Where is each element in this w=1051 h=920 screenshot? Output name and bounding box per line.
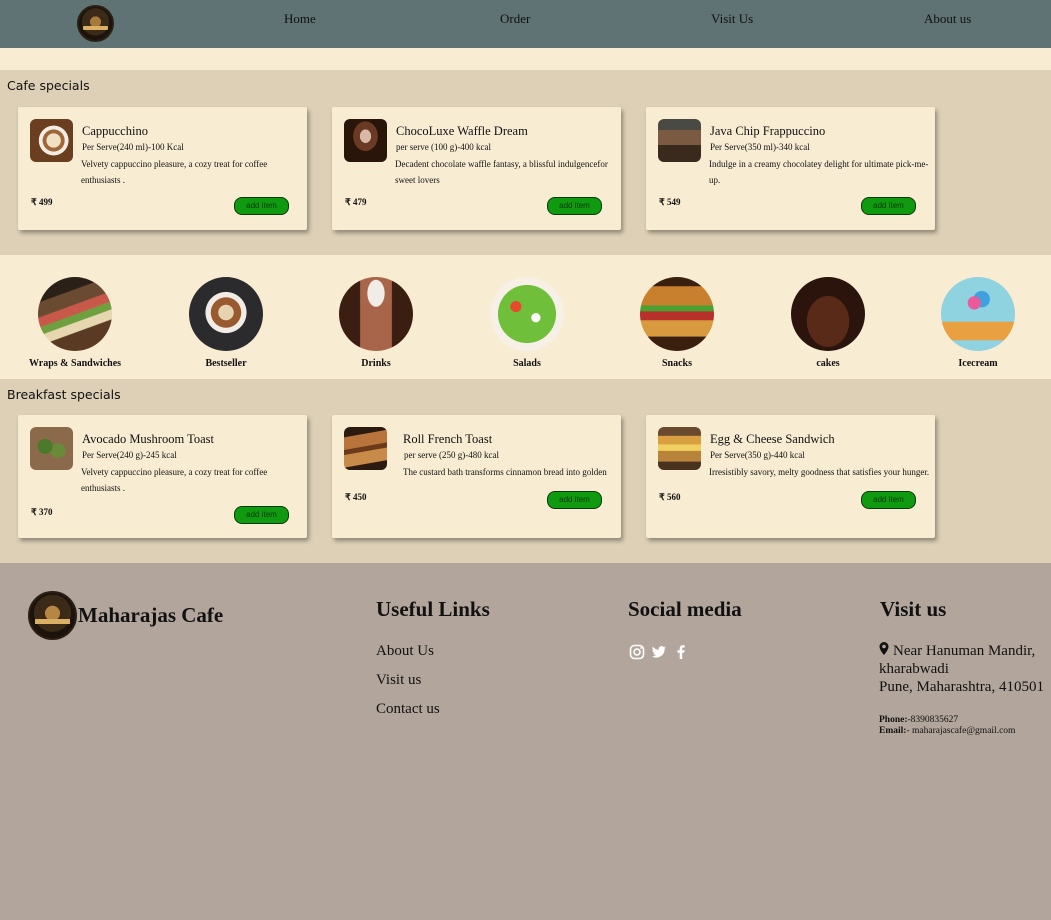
email: Email:- maharajascafe@gmail.com <box>879 726 1015 736</box>
category-label: cakes <box>816 358 840 369</box>
address-line: Pune, Maharashtra, 410501 <box>879 679 1044 695</box>
category-icecream[interactable]: Icecream <box>923 277 1033 369</box>
cappuccino-image <box>30 119 73 162</box>
category-cakes[interactable]: cakes <box>773 277 883 369</box>
coffee-image <box>189 277 263 351</box>
item-price: ₹ 450 <box>345 492 367 502</box>
nav-about-us[interactable]: About us <box>924 11 971 27</box>
category-label: Drinks <box>361 358 391 369</box>
avocado-toast-image <box>30 427 73 470</box>
category-label: Bestseller <box>205 358 247 369</box>
category-drinks[interactable]: Drinks <box>321 277 431 369</box>
section-title: Breakfast specials <box>7 387 121 402</box>
item-name: Egg & Cheese Sandwich <box>710 432 835 446</box>
icecream-image <box>941 277 1015 351</box>
item-meta: per serve (250 g)-480 kcal <box>404 450 499 460</box>
item-name: ChocoLuxe Waffle Dream <box>396 124 528 138</box>
item-name: Cappucchino <box>82 124 148 138</box>
category-label: Icecream <box>958 358 998 369</box>
burger-image <box>640 277 714 351</box>
nav-spacer <box>0 48 1051 70</box>
facebook-icon[interactable] <box>673 644 689 660</box>
item-price: ₹ 370 <box>31 507 53 517</box>
location-pin-icon <box>879 642 889 660</box>
cafe-logo[interactable] <box>77 5 114 42</box>
item-description: Indulge in a creamy chocolatey delight f… <box>709 159 929 185</box>
phone: Phone:-8390835627 <box>879 715 958 725</box>
item-meta: Per Serve(350 g)-440 kcal <box>710 450 805 460</box>
phone-number: -8390835627 <box>907 715 959 725</box>
item-meta: per serve (100 g)-400 kcal <box>396 142 491 152</box>
email-label: Email: <box>879 726 907 736</box>
footer-logo <box>28 591 77 640</box>
social-media-heading: Social media <box>628 597 742 621</box>
add-item-button[interactable]: add item <box>234 506 289 524</box>
category-wraps-sandwiches[interactable]: Wraps & Sandwiches <box>20 277 130 369</box>
footer: Maharajas Cafe Useful Links About Us Vis… <box>0 563 1051 920</box>
category-bestseller[interactable]: Bestseller <box>171 277 281 369</box>
menu-card: Roll French Toast per serve (250 g)-480 … <box>332 415 621 538</box>
footer-link-about-us[interactable]: About Us <box>376 643 434 660</box>
item-meta: Per Serve(240 g)-245 kcal <box>82 450 177 460</box>
frappuccino-image <box>658 119 701 162</box>
category-strip: Wraps & Sandwiches Bestseller Drinks Sal… <box>0 255 1051 379</box>
egg-sandwich-image <box>658 427 701 470</box>
category-salads[interactable]: Salads <box>472 277 582 369</box>
menu-card: Avocado Mushroom Toast Per Serve(240 g)-… <box>18 415 307 538</box>
add-item-button[interactable]: add item <box>234 197 289 215</box>
cafe-specials-section: Cafe specials Cappucchino Per Serve(240 … <box>0 70 1051 255</box>
waffle-image <box>344 119 387 162</box>
phone-label: Phone: <box>879 715 908 725</box>
nav-home[interactable]: Home <box>284 11 316 27</box>
useful-links-heading: Useful Links <box>376 597 490 621</box>
add-item-button[interactable]: add item <box>547 197 602 215</box>
add-item-button[interactable]: add item <box>547 491 602 509</box>
address-line: Near Hanuman Mandir, kharabwadi <box>879 643 1036 677</box>
address: Near Hanuman Mandir, kharabwadi Pune, Ma… <box>879 642 1051 696</box>
menu-card: ChocoLuxe Waffle Dream per serve (100 g)… <box>332 107 621 230</box>
category-label: Snacks <box>661 358 692 369</box>
footer-link-visit-us[interactable]: Visit us <box>376 672 421 689</box>
menu-card: Egg & Cheese Sandwich Per Serve(350 g)-4… <box>646 415 935 538</box>
nav-visit-us[interactable]: Visit Us <box>711 11 753 27</box>
twitter-icon[interactable] <box>651 644 667 660</box>
footer-brand: Maharajas Cafe <box>78 603 224 627</box>
category-label: Salads <box>513 358 541 369</box>
category-snacks[interactable]: Snacks <box>622 277 732 369</box>
sandwich-image <box>38 277 112 351</box>
item-description: Irresistibly savory, melty goodness that… <box>709 467 930 477</box>
nav-order[interactable]: Order <box>500 11 530 27</box>
section-title: Cafe specials <box>7 78 90 93</box>
item-meta: Per Serve(240 ml)-100 Kcal <box>82 142 184 152</box>
social-icons <box>629 644 689 660</box>
add-item-button[interactable]: add item <box>861 197 916 215</box>
menu-card: Cappucchino Per Serve(240 ml)-100 Kcal V… <box>18 107 307 230</box>
item-description: Velvety cappuccino pleasure, a cozy trea… <box>81 467 268 493</box>
item-description: Decadent chocolate waffle fantasy, a bli… <box>395 159 608 185</box>
item-description: The custard bath transforms cinnamon bre… <box>403 467 607 477</box>
item-price: ₹ 549 <box>659 197 681 207</box>
instagram-icon[interactable] <box>629 644 645 660</box>
item-price: ₹ 560 <box>659 492 681 502</box>
category-label: Wraps & Sandwiches <box>28 358 122 369</box>
breakfast-specials-section: Breakfast specials Avocado Mushroom Toas… <box>0 379 1051 563</box>
item-name: Roll French Toast <box>403 432 493 446</box>
cake-image <box>791 277 865 351</box>
salad-image <box>490 277 564 351</box>
item-price: ₹ 499 <box>31 197 53 207</box>
top-nav: Home Order Visit Us About us <box>0 0 1051 48</box>
menu-card: Java Chip Frappuccino Per Serve(350 ml)-… <box>646 107 935 230</box>
drink-image <box>339 277 413 351</box>
footer-link-contact-us[interactable]: Contact us <box>376 701 440 718</box>
item-description: Velvety cappuccino pleasure, a cozy trea… <box>81 159 268 185</box>
item-name: Java Chip Frappuccino <box>710 124 826 138</box>
visit-us-heading: Visit us <box>880 597 947 621</box>
french-toast-image <box>344 427 387 470</box>
add-item-button[interactable]: add item <box>861 491 916 509</box>
item-meta: Per Serve(350 ml)-340 kcal <box>710 142 810 152</box>
email-address: - maharajascafe@gmail.com <box>906 726 1016 736</box>
item-price: ₹ 479 <box>345 197 367 207</box>
item-name: Avocado Mushroom Toast <box>82 432 214 446</box>
